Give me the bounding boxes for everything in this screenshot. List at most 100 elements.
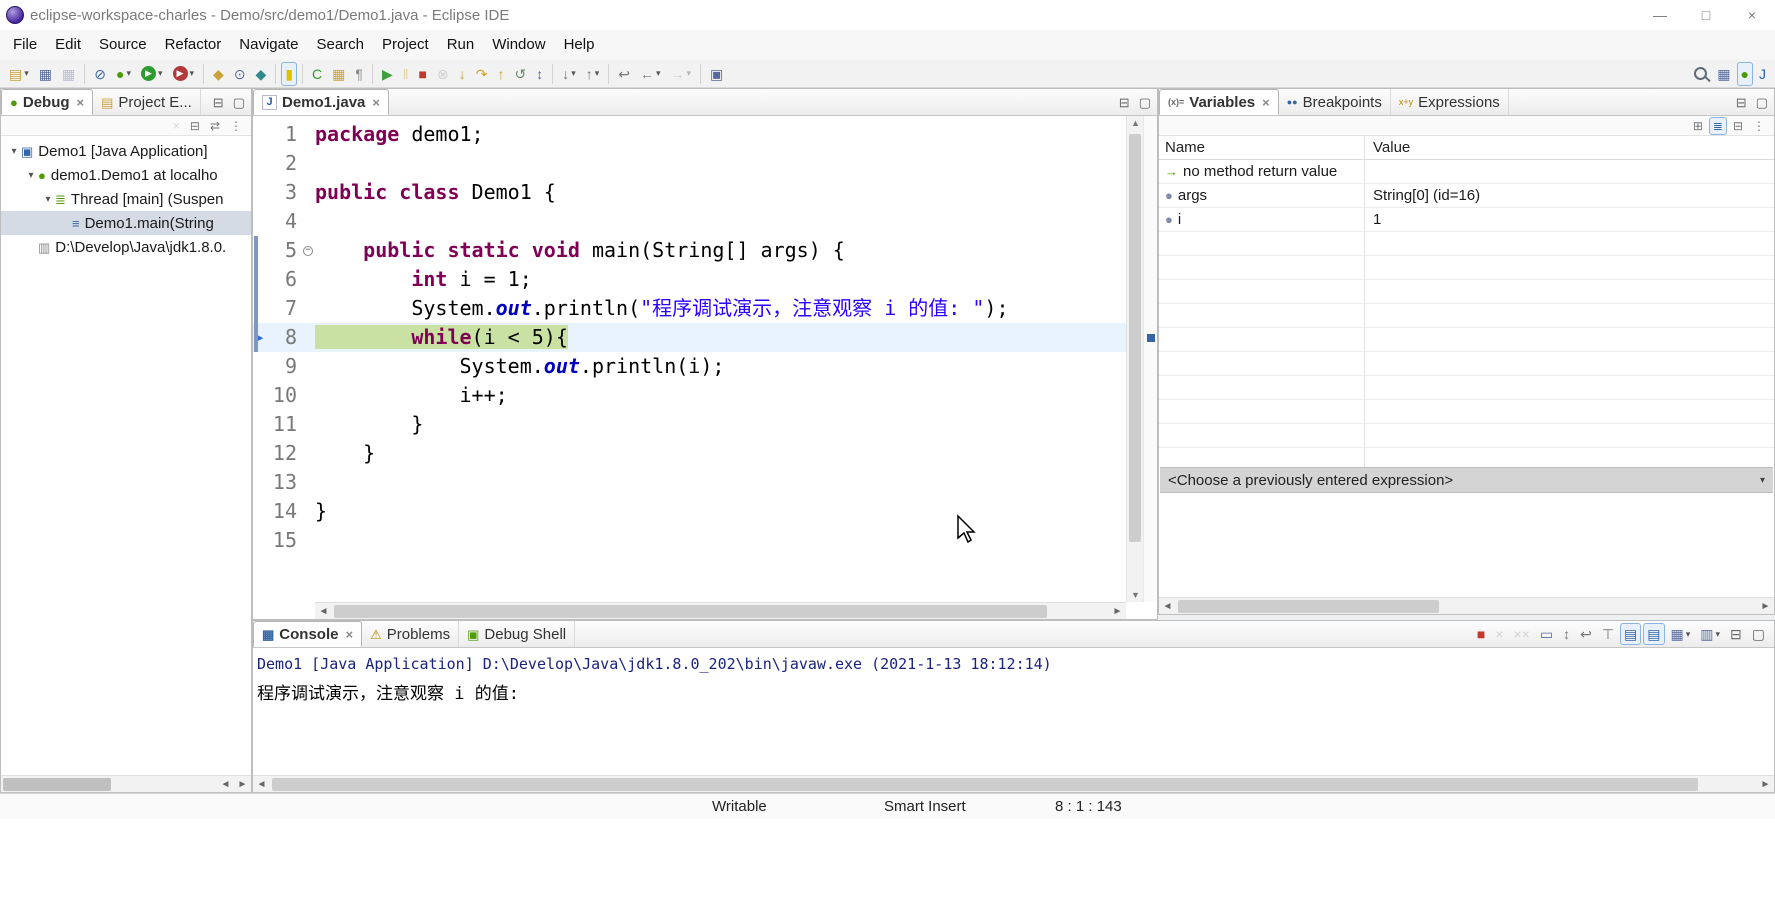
debug-tree-item[interactable]: ▾●demo1.Demo1 at localho: [1, 163, 251, 187]
display-selected-console-dropdown-arrow[interactable]: ▾: [1716, 629, 1721, 640]
debug-dropdown-arrow[interactable]: ▾: [126, 68, 131, 79]
step-return-button[interactable]: ↑: [493, 62, 508, 86]
menu-refactor[interactable]: Refactor: [156, 30, 231, 60]
save-button[interactable]: ▦: [35, 62, 56, 86]
view-tab-project-e[interactable]: ▤Project E...: [93, 89, 201, 115]
open-type-button[interactable]: ◆: [209, 62, 228, 86]
close-tab-icon[interactable]: ×: [345, 627, 353, 642]
fold-marker-icon[interactable]: −: [303, 246, 313, 256]
console-body[interactable]: Demo1 [Java Application] D:\Develop\Java…: [253, 648, 1774, 775]
clear-console-button[interactable]: ▭: [1536, 623, 1557, 645]
line-number[interactable]: 15: [267, 526, 301, 555]
variable-row[interactable]: ●i1: [1159, 208, 1774, 232]
line-number[interactable]: 9: [267, 352, 301, 381]
scrollbar-thumb[interactable]: [1178, 600, 1439, 613]
scrollbar-thumb[interactable]: [1129, 134, 1141, 542]
minimize-view-button[interactable]: ⊟: [1726, 623, 1746, 645]
scroll-right-icon[interactable]: ►: [1757, 601, 1774, 612]
debug-tree-item[interactable]: ▾▣Demo1 [Java Application]: [1, 139, 251, 163]
maximize-view-button[interactable]: ▢: [1748, 623, 1769, 645]
minimize-view-button[interactable]: ⊟: [1736, 95, 1747, 111]
maximize-view-button[interactable]: ▢: [1139, 95, 1151, 111]
menu-help[interactable]: Help: [555, 30, 604, 60]
scroll-right-icon[interactable]: ►: [1757, 779, 1774, 790]
line-number[interactable]: 1: [267, 120, 301, 149]
scroll-lock-button[interactable]: ↕: [1559, 623, 1574, 645]
window-maximize-button[interactable]: □: [1683, 0, 1729, 30]
debug-perspective-button[interactable]: ●: [1737, 62, 1753, 86]
expander-icon[interactable]: ▾: [41, 194, 55, 205]
code-line[interactable]: ▶8 while(i < 5){: [253, 323, 1126, 352]
forward-dropdown-arrow[interactable]: ▾: [687, 68, 692, 79]
open-console-dropdown-arrow[interactable]: ▾: [1686, 629, 1691, 640]
minimize-view-button[interactable]: ⊟: [213, 95, 224, 111]
view-tab-breakpoints[interactable]: ●●Breakpoints: [1279, 89, 1391, 115]
external-tools-button[interactable]: ▶▾: [169, 62, 199, 86]
back-button[interactable]: ←▾: [636, 62, 665, 86]
terminate-console-button[interactable]: ■: [1473, 623, 1489, 645]
menu-navigate[interactable]: Navigate: [230, 30, 307, 60]
editor-tab-demo1-java[interactable]: JDemo1.java×: [253, 89, 389, 115]
new-java-class-button[interactable]: C: [308, 62, 326, 86]
skip-all-breakpoints-button[interactable]: ⊘: [90, 62, 110, 86]
menu-edit[interactable]: Edit: [46, 30, 90, 60]
show-type-names-button[interactable]: ⊞: [1689, 117, 1707, 135]
scrollbar-track[interactable]: [1, 776, 217, 792]
code-line[interactable]: 11 }: [253, 410, 1126, 439]
forward-button[interactable]: →▾: [667, 62, 696, 86]
maximize-view-button[interactable]: ▢: [1756, 95, 1768, 111]
remove-launch-button[interactable]: ×: [1491, 623, 1507, 645]
line-number[interactable]: 7: [267, 294, 301, 323]
step-into-button[interactable]: ↓: [455, 62, 470, 86]
view-tab-expressions[interactable]: x+yExpressions: [1391, 89, 1509, 115]
line-number[interactable]: 11: [267, 410, 301, 439]
view-tab-debug-shell[interactable]: ▣Debug Shell: [459, 621, 575, 647]
resume-button[interactable]: ▶: [378, 62, 397, 86]
toggle-mark-occurrences-button[interactable]: ▮: [281, 62, 297, 86]
code-line[interactable]: 3public class Demo1 {: [253, 178, 1126, 207]
scroll-left-icon[interactable]: ◄: [315, 606, 332, 617]
line-number[interactable]: 8: [267, 323, 301, 352]
view-tab-console[interactable]: ▦Console×: [253, 621, 362, 647]
next-annotation-dropdown-arrow[interactable]: ▾: [571, 68, 576, 79]
debug-tree-item[interactable]: ▥D:\Develop\Java\jdk1.8.0.: [1, 235, 251, 259]
new-button[interactable]: ▤▾: [5, 62, 33, 86]
use-step-filters-button[interactable]: ↕: [532, 62, 547, 86]
code-line[interactable]: 14}: [253, 497, 1126, 526]
new-java-package-button[interactable]: ▦: [328, 62, 349, 86]
show-stderr-changes-button[interactable]: ▤: [1643, 623, 1664, 645]
maximize-view-button[interactable]: ▢: [233, 95, 245, 111]
line-number[interactable]: 2: [267, 149, 301, 178]
save-all-button[interactable]: ▦: [58, 62, 79, 86]
editor-hscrollbar[interactable]: ◄ ►: [315, 602, 1126, 619]
menu-run[interactable]: Run: [438, 30, 484, 60]
open-perspective-button[interactable]: ▦: [1713, 62, 1734, 86]
remove-all-terminated-button[interactable]: ×: [169, 117, 184, 135]
column-header-value[interactable]: Value: [1365, 136, 1774, 159]
window-close-button[interactable]: ×: [1729, 0, 1775, 30]
code-line[interactable]: 2: [253, 149, 1126, 178]
line-number[interactable]: 10: [267, 381, 301, 410]
scroll-left-icon[interactable]: ◄: [253, 779, 270, 790]
menu-file[interactable]: File: [4, 30, 46, 60]
menu-project[interactable]: Project: [373, 30, 438, 60]
variable-row[interactable]: ●argsString[0] (id=16): [1159, 184, 1774, 208]
scrollbar-thumb[interactable]: [272, 778, 1698, 791]
disconnect-button[interactable]: ⊗: [433, 62, 453, 86]
line-number[interactable]: 13: [267, 468, 301, 497]
scroll-up-icon[interactable]: ▲: [1127, 118, 1144, 128]
scrollbar-track[interactable]: [332, 603, 1109, 619]
open-task-button[interactable]: ◆: [252, 62, 271, 86]
view-menu-button[interactable]: ⋮: [226, 117, 246, 135]
step-over-button[interactable]: ↷: [472, 62, 492, 86]
view-tab-problems[interactable]: ⚠Problems: [362, 621, 459, 647]
scroll-left-icon[interactable]: ◄: [217, 779, 234, 790]
scrollbar-track[interactable]: [270, 776, 1757, 792]
debug-tree-item[interactable]: ▾≣Thread [main] (Suspen: [1, 187, 251, 211]
suspend-button[interactable]: ‖: [399, 62, 413, 86]
next-annotation-button[interactable]: ↓▾: [558, 62, 580, 86]
scroll-down-icon[interactable]: ▼: [1127, 590, 1144, 600]
console-hscrollbar[interactable]: ◄ ►: [253, 775, 1774, 792]
expander-icon[interactable]: ▾: [7, 146, 21, 157]
pin-editor-button[interactable]: ▣: [706, 62, 727, 86]
